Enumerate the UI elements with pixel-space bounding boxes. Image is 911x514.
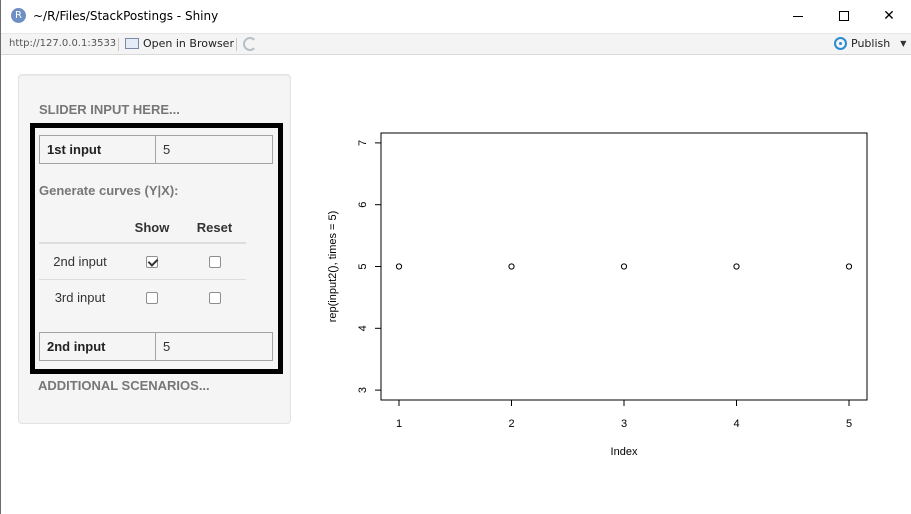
- browser-icon: [125, 38, 139, 49]
- show-cell: [121, 243, 183, 280]
- reset-checkbox[interactable]: [208, 256, 221, 269]
- row-name: 2nd input: [39, 243, 121, 280]
- close-button[interactable]: ✕: [866, 0, 911, 32]
- reset-cell: [183, 279, 246, 315]
- maximize-icon: [839, 11, 849, 21]
- row-name: 3rd input: [54, 289, 106, 305]
- minimize-icon: [793, 15, 803, 17]
- table-header-show: Show: [121, 212, 183, 244]
- y-tick-label: 3: [357, 387, 369, 393]
- table-row: 2nd input: [39, 243, 246, 280]
- data-point: [620, 263, 628, 270]
- y-tick-label: 7: [357, 140, 369, 146]
- x-tick-label: 2: [508, 418, 514, 430]
- publish-button[interactable]: Publish ▼: [834, 37, 906, 50]
- show-checkbox[interactable]: [146, 256, 158, 269]
- x-tick-label: 1: [396, 418, 402, 430]
- r-logo-icon: R: [11, 8, 26, 23]
- title-bar: R ~/R/Files/StackPostings - Shiny ✕: [1, 0, 911, 33]
- first-input-value[interactable]: 5: [156, 136, 272, 163]
- refresh-icon[interactable]: [243, 37, 257, 51]
- open-in-browser-label: Open in Browser: [143, 37, 234, 50]
- slider-section-title: SLIDER INPUT HERE...: [39, 102, 180, 117]
- table-header-name: [39, 212, 121, 244]
- data-point: [508, 263, 515, 270]
- y-axis-label: rep(input2(), times = 5): [327, 211, 339, 323]
- publish-label: Publish: [851, 37, 891, 50]
- reset-cell: [183, 243, 246, 280]
- table-row: 3rd input: [39, 279, 246, 315]
- first-input-row: 1st input 5: [39, 135, 273, 164]
- reset-checkbox[interactable]: [208, 292, 221, 305]
- y-tick-label: 5: [357, 263, 369, 269]
- first-input-label: 1st input: [40, 136, 156, 163]
- maximize-button[interactable]: [821, 0, 867, 32]
- curves-table: Show Reset 2nd input 3rd input: [39, 212, 246, 315]
- address-bar: http://127.0.0.1:3533 Open in Browser Pu…: [1, 33, 911, 55]
- show-cell: [121, 279, 183, 315]
- sidebar-panel: SLIDER INPUT HERE... 1st input 5 Generat…: [18, 74, 291, 424]
- open-in-browser-button[interactable]: Open in Browser: [125, 37, 234, 50]
- url-text[interactable]: http://127.0.0.1:3533: [9, 38, 116, 49]
- x-axis-label: Index: [611, 446, 638, 458]
- data-point: [845, 263, 853, 270]
- second-input-label: 2nd input: [40, 333, 156, 360]
- plot-frame: [380, 132, 868, 401]
- y-tick-label: 6: [357, 202, 369, 208]
- toolbar-separator: [236, 38, 237, 51]
- data-point: [395, 263, 403, 270]
- scatter-plot: 1 2 3 4 5 3 4 5 6 7 Index rep(input2(), times = 5): [327, 132, 868, 458]
- show-checkbox[interactable]: [146, 292, 158, 305]
- data-point: [733, 263, 740, 270]
- generate-curves-label: Generate curves (Y|X):: [39, 183, 179, 198]
- y-tick-label: 4: [357, 325, 369, 331]
- toolbar-separator: [118, 38, 119, 51]
- minimize-button[interactable]: [775, 0, 821, 32]
- additional-scenarios-title: ADDITIONAL SCENARIOS...: [38, 378, 210, 393]
- close-icon: ✕: [883, 8, 895, 24]
- x-tick-label: 4: [733, 418, 739, 430]
- x-tick-label: 5: [846, 418, 852, 430]
- highlight-box: 1st input 5 Generate curves (Y|X): Show …: [30, 123, 283, 374]
- second-input-value[interactable]: 5: [156, 333, 272, 360]
- second-input-row: 2nd input 5: [39, 332, 273, 361]
- x-tick-label: 3: [621, 418, 627, 430]
- window-title: ~/R/Files/StackPostings - Shiny: [33, 9, 219, 23]
- chevron-down-icon[interactable]: ▼: [900, 39, 906, 48]
- table-header-reset: Reset: [183, 212, 246, 244]
- shiny-window: R ~/R/Files/StackPostings - Shiny ✕ http…: [0, 0, 911, 514]
- publish-icon: [834, 37, 847, 50]
